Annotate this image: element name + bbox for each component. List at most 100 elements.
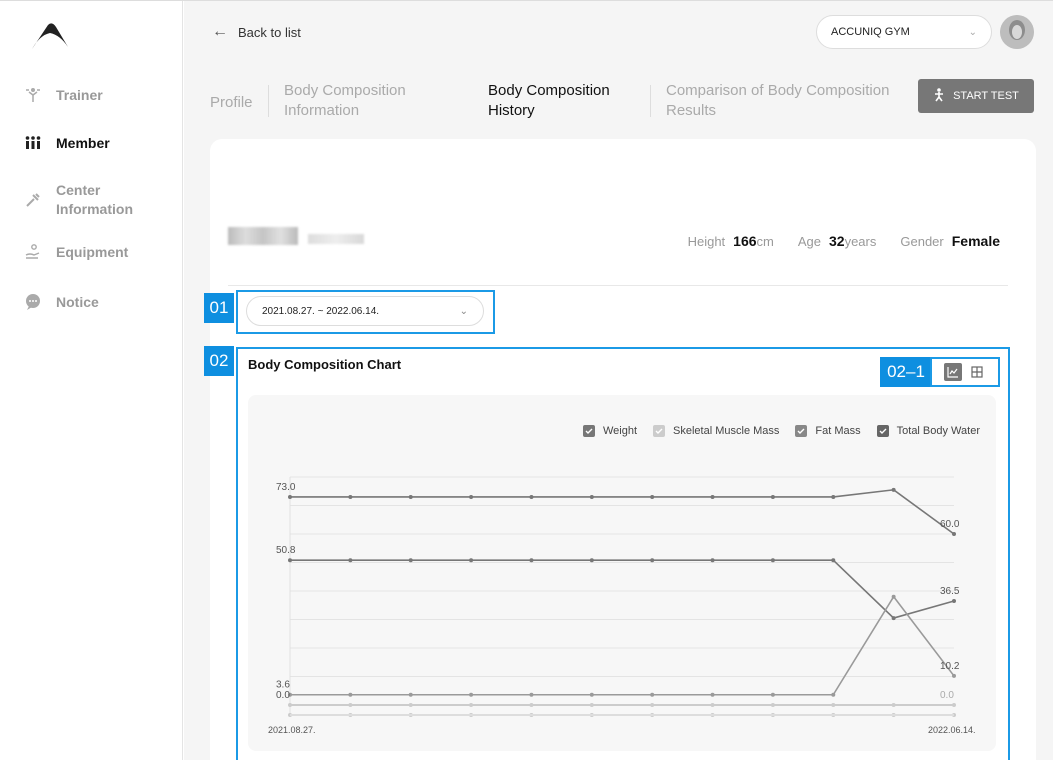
data-point bbox=[710, 692, 715, 697]
chevron-down-icon: ⌄ bbox=[968, 26, 977, 38]
tab-label-line2: History bbox=[488, 102, 535, 119]
gym-select-value: ACCUNIQ GYM bbox=[831, 26, 910, 38]
sidebar-item-label: Member bbox=[56, 135, 110, 151]
table-view-button[interactable] bbox=[968, 363, 986, 381]
data-label-last: 36.5 bbox=[940, 586, 960, 597]
data-point bbox=[952, 598, 956, 603]
data-point bbox=[770, 494, 775, 499]
x-tick-label-start: 2021.08.27. bbox=[268, 725, 316, 735]
data-point bbox=[650, 494, 655, 499]
annotation-badge-01: 01 bbox=[204, 293, 234, 323]
redacted-id bbox=[308, 234, 364, 244]
date-range-highlight: 2021.08.27. ~ 2022.06.14. ⌄ bbox=[236, 290, 495, 334]
chat-bubble-icon bbox=[24, 293, 42, 311]
avatar[interactable] bbox=[1000, 15, 1034, 49]
tab-label-line2: Results bbox=[666, 102, 717, 119]
app-logo[interactable] bbox=[30, 21, 70, 51]
data-point bbox=[408, 558, 413, 563]
data-point bbox=[348, 558, 353, 563]
chart-view-button[interactable] bbox=[944, 363, 962, 381]
sidebar-item-trainer[interactable]: Trainer bbox=[24, 86, 103, 104]
annotation-badge-02-1: 02–1 bbox=[880, 357, 932, 387]
data-point bbox=[469, 703, 474, 707]
data-point bbox=[891, 703, 896, 707]
data-point bbox=[529, 558, 534, 563]
series-line bbox=[290, 595, 955, 696]
data-point bbox=[710, 703, 715, 707]
x-tick-label-end: 2022.06.14. bbox=[928, 725, 976, 735]
history-card: Height 166 cm Age 32 years Gender Female… bbox=[204, 139, 1036, 760]
start-test-button[interactable]: START TEST bbox=[918, 79, 1034, 113]
gender-label: Gender bbox=[900, 234, 944, 249]
tab-body-composition-information[interactable]: Body Composition Information bbox=[284, 81, 406, 121]
data-point bbox=[770, 692, 775, 697]
data-point bbox=[891, 616, 896, 621]
back-to-list-link[interactable]: ← Back to list bbox=[212, 23, 301, 41]
tab-profile[interactable]: Profile bbox=[210, 93, 253, 113]
data-point bbox=[770, 703, 775, 707]
age-value: 32 bbox=[829, 233, 845, 249]
data-point bbox=[589, 558, 594, 563]
height-unit: cm bbox=[756, 234, 774, 249]
data-point bbox=[952, 532, 956, 536]
app-window: Trainer Member Center Information Equipm… bbox=[0, 0, 1053, 760]
data-point bbox=[710, 494, 715, 499]
data-label-last: 60.0 bbox=[940, 519, 960, 530]
tab-body-composition-history[interactable]: Body Composition History bbox=[488, 81, 610, 121]
sidebar-item-equipment[interactable]: Equipment bbox=[24, 243, 128, 261]
data-label-first: 50.8 bbox=[276, 545, 296, 556]
view-toggle-highlight bbox=[930, 357, 1000, 387]
data-point bbox=[952, 673, 956, 678]
data-label-last: 10.2 bbox=[940, 661, 960, 672]
series-line bbox=[290, 488, 955, 535]
data-point bbox=[831, 692, 836, 697]
tab-comparison-of-body-composition-results[interactable]: Comparison of Body Composition Results bbox=[666, 81, 889, 121]
arrow-left-icon: ← bbox=[212, 23, 228, 40]
data-point bbox=[408, 494, 413, 499]
line-chart: 73.060.050.836.53.610.20.0 0.02021.08.27.… bbox=[268, 476, 976, 735]
member-info: Height 166 cm Age 32 years Gender Female bbox=[688, 233, 1000, 249]
back-label: Back to list bbox=[238, 24, 301, 40]
age-label: Age bbox=[797, 234, 821, 249]
date-range-select[interactable]: 2021.08.27. ~ 2022.06.14. ⌄ bbox=[246, 296, 484, 326]
start-test-label: START TEST bbox=[953, 90, 1019, 102]
sidebar: Trainer Member Center Information Equipm… bbox=[0, 1, 183, 760]
height-value: 166 bbox=[733, 233, 757, 249]
main-content: ← Back to list ACCUNIQ GYM ⌄ Profile Bod… bbox=[184, 1, 1053, 760]
sidebar-item-label: Notice bbox=[56, 294, 99, 310]
redacted-name bbox=[228, 227, 298, 245]
running-person-icon bbox=[933, 87, 945, 105]
gym-select[interactable]: ACCUNIQ GYM ⌄ bbox=[816, 15, 992, 49]
tab-label: Body Composition bbox=[488, 82, 610, 99]
data-point bbox=[348, 692, 353, 697]
data-point bbox=[408, 703, 413, 707]
data-point bbox=[348, 494, 353, 499]
data-label-first: 0.0 bbox=[276, 690, 290, 701]
data-point bbox=[408, 692, 413, 697]
data-point bbox=[288, 703, 292, 707]
data-point bbox=[288, 558, 292, 563]
height-label: Height bbox=[687, 234, 726, 249]
data-point bbox=[469, 692, 474, 697]
data-point bbox=[650, 703, 655, 707]
data-point bbox=[831, 703, 836, 707]
gender-value: Female bbox=[951, 233, 1000, 249]
data-point bbox=[650, 558, 655, 563]
sidebar-item-label-line2: Information bbox=[56, 201, 133, 217]
chart-highlight: Body Composition Chart 02–1 Weight Skele… bbox=[236, 347, 1010, 760]
sidebar-item-notice[interactable]: Notice bbox=[24, 293, 99, 311]
sidebar-item-center-information[interactable]: Center Information bbox=[24, 181, 133, 219]
sidebar-item-member[interactable]: Member bbox=[24, 134, 110, 152]
tab-label: Comparison of Body Composition bbox=[666, 82, 890, 99]
chart-title: Body Composition Chart bbox=[248, 357, 402, 372]
table-grid-icon bbox=[971, 366, 983, 378]
sidebar-item-label: Equipment bbox=[56, 244, 129, 260]
data-point bbox=[891, 487, 896, 492]
data-point bbox=[831, 494, 836, 499]
member-name-redacted bbox=[228, 227, 364, 245]
data-point bbox=[891, 594, 896, 599]
people-icon bbox=[24, 134, 42, 152]
data-point bbox=[288, 494, 292, 499]
data-point bbox=[650, 692, 655, 697]
line-chart-icon bbox=[947, 367, 958, 378]
